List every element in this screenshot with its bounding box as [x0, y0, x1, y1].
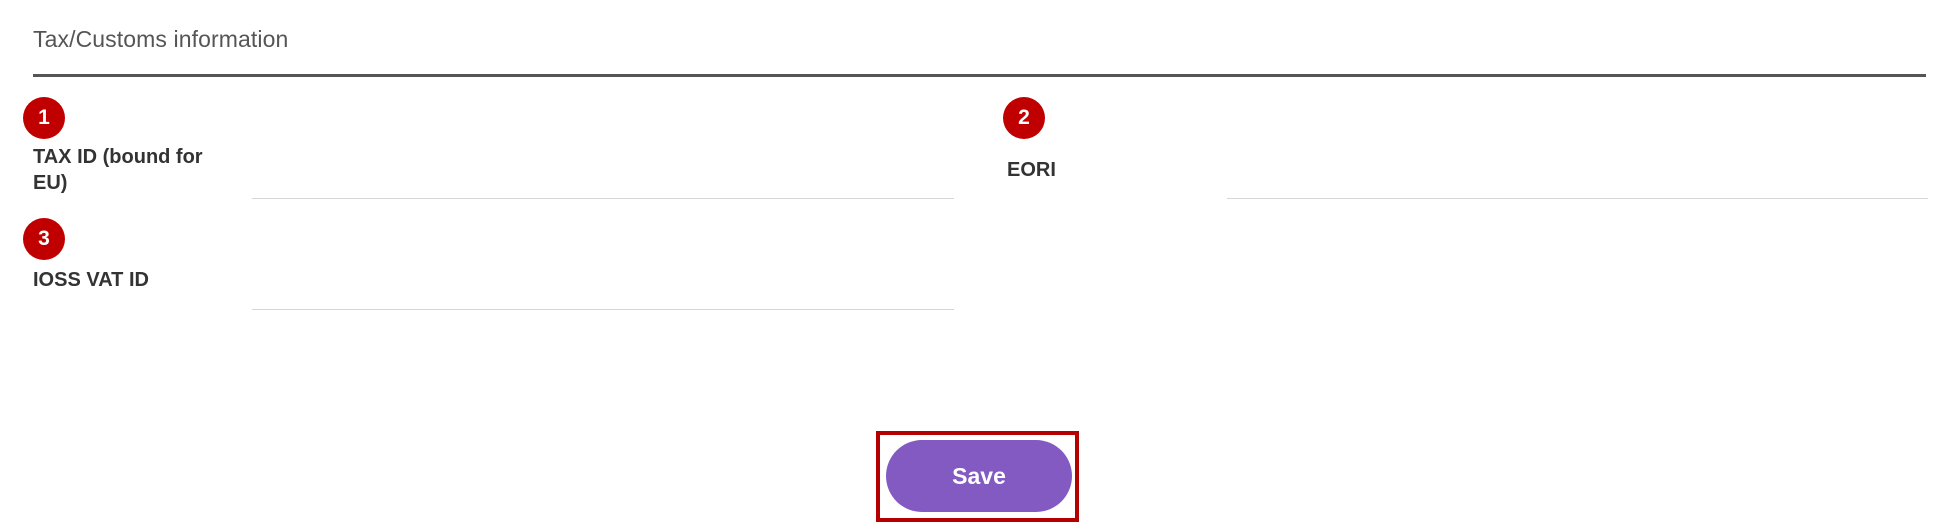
tax-id-label: TAX ID (bound for EU): [33, 146, 203, 194]
ioss-vat-id-input[interactable]: [252, 272, 954, 310]
step-badge-2: 2: [1003, 97, 1045, 139]
save-button[interactable]: Save: [886, 440, 1072, 512]
tax-id-input[interactable]: [252, 161, 954, 199]
step-badge-1: 1: [23, 97, 65, 139]
section-title: Tax/Customs information: [33, 26, 289, 52]
section-divider: [33, 74, 1926, 77]
eori-label: EORI: [1007, 159, 1056, 181]
ioss-vat-id-label: IOSS VAT ID: [33, 269, 149, 291]
step-badge-3: 3: [23, 218, 65, 260]
eori-input[interactable]: [1227, 161, 1928, 199]
